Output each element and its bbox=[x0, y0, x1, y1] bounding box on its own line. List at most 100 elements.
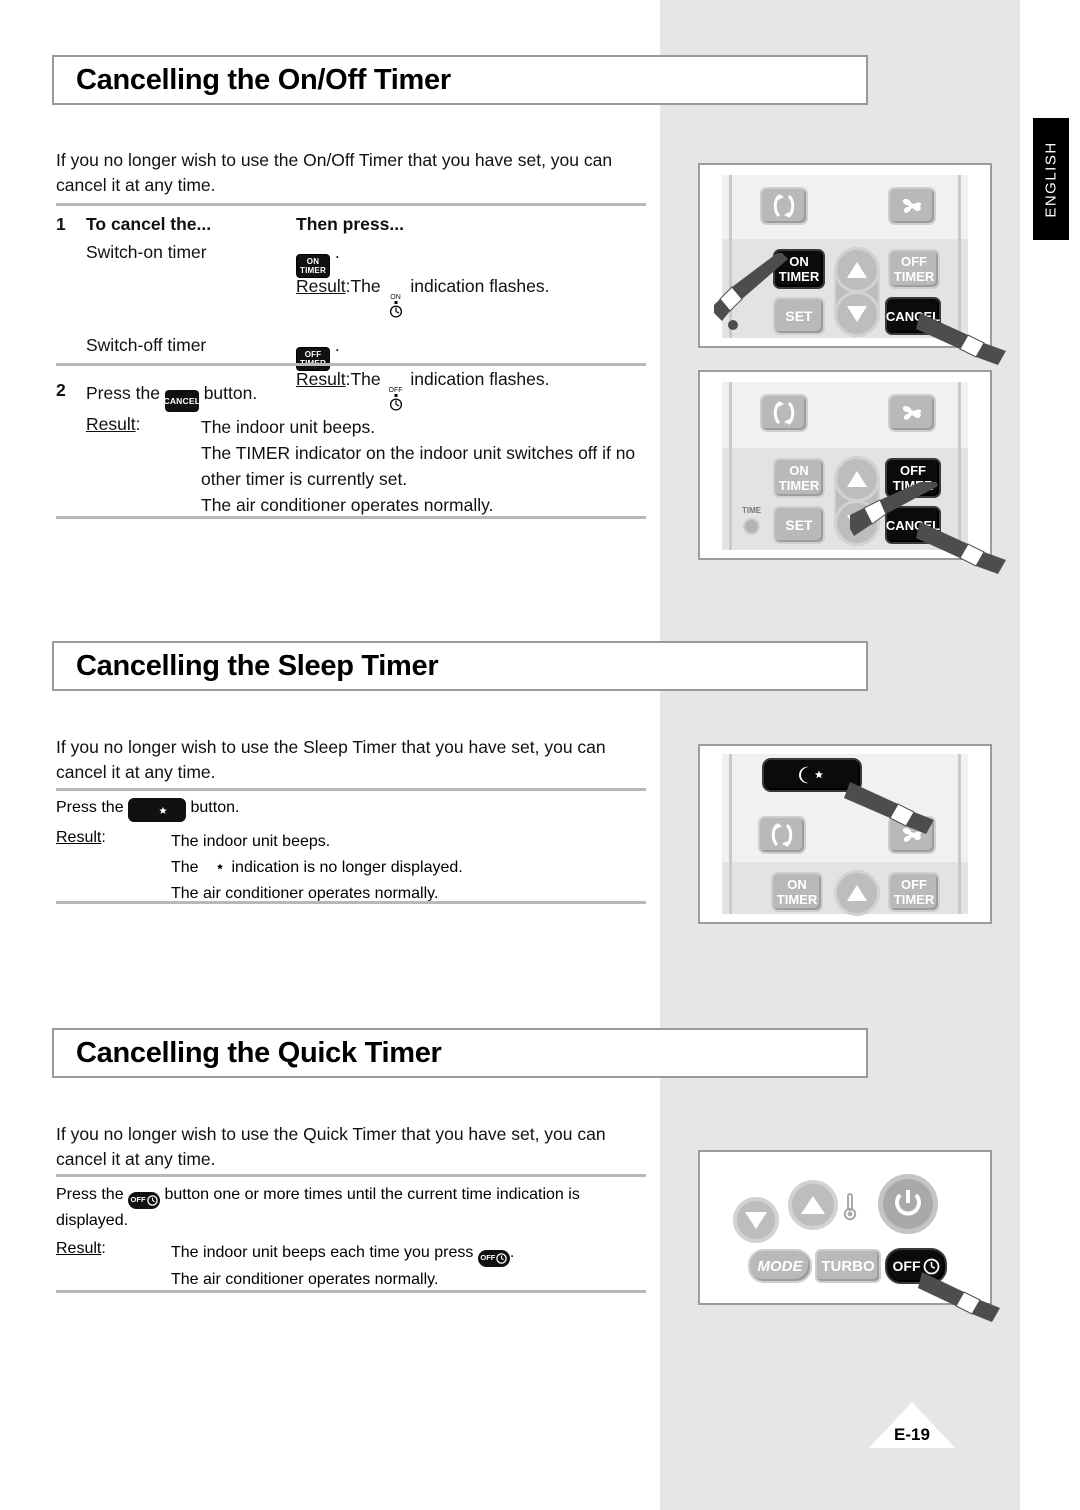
divider bbox=[56, 363, 646, 366]
section-title-sleep-timer: Cancelling the Sleep Timer bbox=[52, 641, 868, 691]
moon-star-icon bbox=[205, 860, 224, 873]
divider bbox=[56, 901, 646, 904]
illustration-remote-off-timer-cancel: ON TIMER OFF TIMER SET CANCEL TIME bbox=[698, 370, 1006, 574]
result-pre: The indoor unit beeps each time you pres… bbox=[171, 1244, 474, 1261]
post-line-1: button one or more times until the curre… bbox=[164, 1186, 580, 1203]
turbo-key[interactable]: TURBO bbox=[815, 1249, 881, 1283]
pointer-arrow-quick-off bbox=[918, 1272, 1000, 1322]
section-intro-on-off: If you no longer wish to use the On/Off … bbox=[56, 150, 613, 195]
on-timer-key[interactable]: ON TIMER bbox=[773, 458, 825, 498]
swing-button[interactable] bbox=[760, 187, 808, 225]
swing-button[interactable] bbox=[758, 816, 806, 854]
result-pre: The bbox=[171, 859, 199, 876]
clock-icon bbox=[146, 1194, 158, 1206]
time-label: TIME bbox=[742, 506, 762, 515]
divider bbox=[56, 788, 646, 791]
time-reset-button[interactable] bbox=[743, 518, 760, 535]
pointer-arrow-sleep bbox=[844, 782, 934, 834]
section-title-quick-timer: Cancelling the Quick Timer bbox=[52, 1028, 868, 1078]
illustration-remote-sleep: ON TIMER OFF TIMER bbox=[698, 744, 992, 924]
up-button[interactable] bbox=[834, 247, 880, 293]
moon-star-icon bbox=[799, 766, 824, 784]
illustration-remote-quick-timer: MODE TURBO OFF bbox=[698, 1150, 1000, 1322]
result-label: Result bbox=[56, 1240, 102, 1257]
button-word: button. bbox=[203, 383, 258, 403]
up-button[interactable] bbox=[834, 870, 880, 916]
cancel-button[interactable]: CANCEL bbox=[164, 390, 200, 412]
result-label: Result bbox=[86, 414, 136, 434]
section-intro-quick: If you no longer wish to use the Quick T… bbox=[56, 1124, 606, 1169]
off-timer-key[interactable]: OFF TIMER bbox=[888, 249, 940, 289]
divider bbox=[56, 203, 646, 206]
result-label: Result bbox=[296, 276, 346, 296]
page-number-text: E-19 bbox=[894, 1425, 930, 1444]
mode-key[interactable]: MODE bbox=[748, 1249, 812, 1283]
pointer-arrow-on-timer bbox=[714, 253, 788, 330]
off-timer-key[interactable]: OFF TIMER bbox=[888, 872, 940, 912]
remote-edge-line bbox=[958, 754, 961, 914]
temp-up-button[interactable] bbox=[788, 1180, 838, 1230]
result-colon: : bbox=[101, 829, 106, 846]
power-button[interactable] bbox=[878, 1174, 938, 1234]
table-row: Switch-on timer ON TIMER . Result:The ON… bbox=[86, 239, 646, 318]
post-line-2: displayed. bbox=[56, 1212, 129, 1229]
divider bbox=[56, 516, 646, 519]
section-title-on-off-timer: Cancelling the On/Off Timer bbox=[52, 55, 868, 105]
section-title-text: Cancelling the Sleep Timer bbox=[76, 649, 439, 682]
section-intro-sleep: If you no longer wish to use the Sleep T… bbox=[56, 737, 606, 782]
period: . bbox=[334, 242, 340, 262]
result-label: Result bbox=[56, 829, 102, 846]
period: . bbox=[334, 335, 340, 355]
button-word: button. bbox=[190, 799, 240, 816]
swing-button[interactable] bbox=[760, 394, 808, 432]
remote-edge-line bbox=[729, 382, 732, 550]
result-colon: : bbox=[135, 414, 141, 434]
result-post: indication flashes. bbox=[410, 276, 550, 296]
table-header-to-cancel: To cancel the... bbox=[86, 214, 212, 234]
result-line: The air conditioner operates normally. bbox=[201, 495, 494, 515]
on-timer-key[interactable]: ON TIMER bbox=[771, 872, 823, 912]
language-tab: ENGLISH bbox=[1033, 118, 1069, 240]
on-indicator-icon: ON bbox=[386, 294, 406, 318]
illustration-remote-on-timer-cancel: ON TIMER OFF TIMER SET CANCEL bbox=[698, 163, 1006, 365]
quick-timer-off-button[interactable]: OFF bbox=[128, 1191, 161, 1209]
set-key[interactable]: SET bbox=[773, 506, 825, 544]
press-the-text: Press the bbox=[56, 1186, 124, 1203]
divider bbox=[56, 1174, 646, 1177]
pointer-arrow-cancel bbox=[916, 522, 1006, 574]
manual-page: ENGLISH Cancelling the On/Off Timer If y… bbox=[0, 0, 1080, 1510]
press-the-text: Press the bbox=[56, 799, 124, 816]
page-number: E-19 bbox=[869, 1402, 955, 1448]
result-line: The indoor unit beeps. bbox=[201, 417, 376, 437]
fan-button[interactable] bbox=[888, 187, 936, 225]
temp-down-button[interactable] bbox=[733, 1197, 779, 1243]
moon-star-icon bbox=[150, 803, 167, 817]
result-line: The indication is no longer displayed. bbox=[171, 855, 463, 881]
down-button[interactable] bbox=[834, 291, 880, 337]
sleep-button[interactable] bbox=[128, 798, 187, 822]
result-line: The indoor unit beeps. bbox=[171, 833, 331, 850]
result-line: other timer is currently set. bbox=[201, 469, 408, 489]
language-tab-label: ENGLISH bbox=[1042, 140, 1060, 218]
press-the-text: Press the bbox=[86, 383, 160, 403]
section-title-text: Cancelling the On/Off Timer bbox=[76, 63, 451, 96]
quick-timer-off-button[interactable]: OFF bbox=[477, 1249, 510, 1267]
result-line: The air conditioner operates normally. bbox=[171, 1270, 439, 1288]
fan-icon bbox=[902, 405, 922, 420]
result-line: The indoor unit beeps each time you pres… bbox=[171, 1240, 514, 1267]
thermometer-icon bbox=[843, 1193, 857, 1221]
result-line: The TIMER indicator on the indoor unit s… bbox=[201, 443, 636, 463]
result-colon: : bbox=[101, 1240, 106, 1257]
swing-icon bbox=[771, 823, 793, 847]
divider bbox=[56, 1290, 646, 1293]
fan-icon bbox=[902, 198, 922, 213]
swing-icon bbox=[773, 401, 795, 425]
section-title-text: Cancelling the Quick Timer bbox=[76, 1036, 442, 1069]
fan-button[interactable] bbox=[888, 394, 936, 432]
pointer-arrow-cancel bbox=[916, 313, 1006, 365]
step-number: 2 bbox=[56, 380, 66, 400]
result-pre: The bbox=[350, 276, 381, 296]
remote-edge-line bbox=[729, 754, 732, 914]
power-icon bbox=[895, 1190, 921, 1216]
result-post: indication is no longer displayed. bbox=[231, 859, 463, 876]
